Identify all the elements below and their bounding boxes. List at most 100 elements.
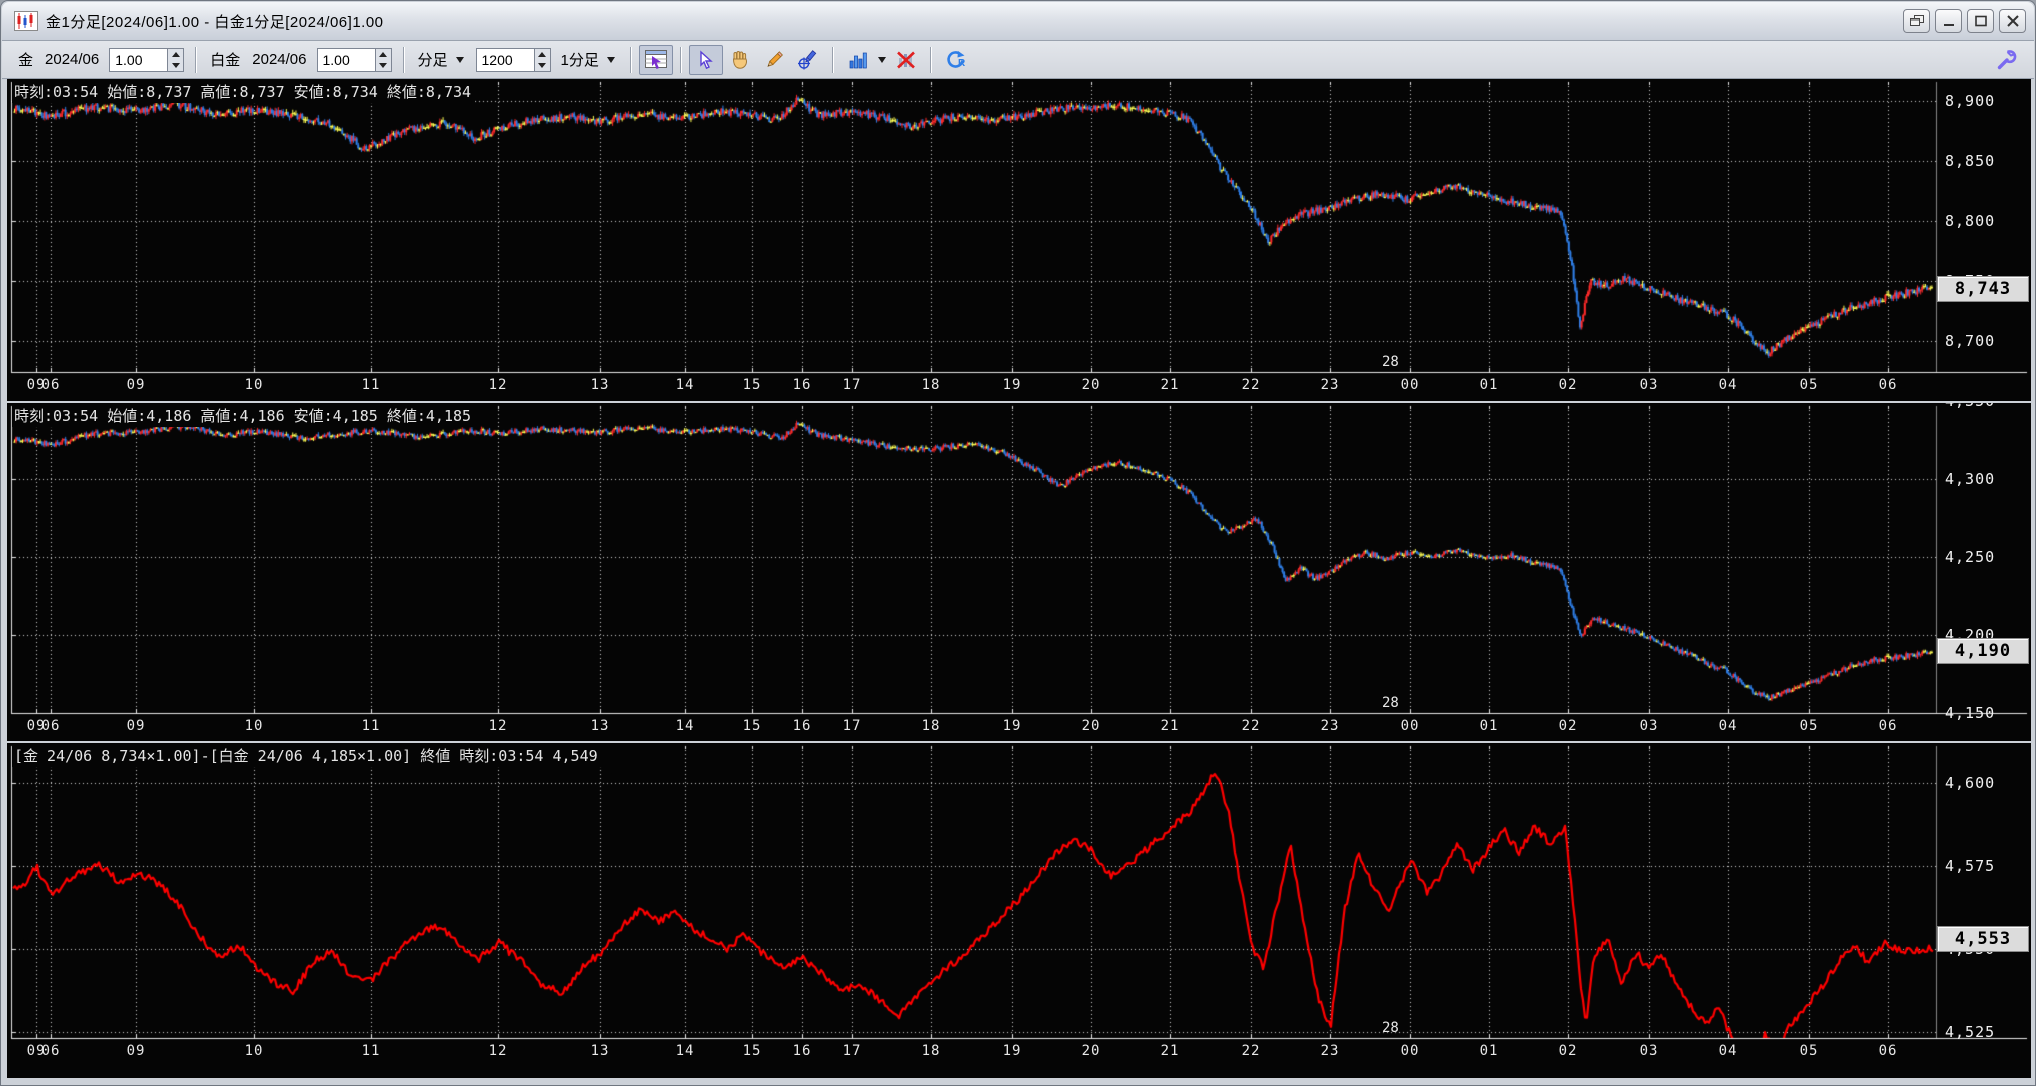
maximize-button[interactable]	[1967, 9, 1994, 33]
cascade-windows-icon	[1909, 15, 1924, 26]
gold-contract-month: 2024/06	[45, 51, 100, 68]
gold-multiplier-spinner[interactable]: 1.00	[109, 47, 185, 72]
period-type-dropdown-label[interactable]: 分足	[418, 49, 448, 70]
gold-platinum-spread-panel[interactable]: [金 24/06 8,734×1.00]-[白金 24/06 4,185×1.0…	[7, 743, 2031, 1078]
chart-window: 金1分足[2024/06]1.00 - 白金1分足[2024/06]1.00 金…	[0, 0, 2036, 1086]
hour-label: 05	[1799, 377, 1819, 393]
marker-crosshair-button[interactable]	[791, 45, 825, 75]
select-cursor-icon	[700, 49, 713, 69]
hour-label: 15	[742, 377, 762, 393]
chart-type-button[interactable]	[841, 45, 875, 75]
hour-label: 10	[244, 377, 264, 393]
hour-label: 04	[1718, 1043, 1738, 1059]
y-axis-label: 4,525	[1945, 1023, 1996, 1041]
y-axis-label: 4,300	[1945, 470, 1996, 488]
marker-crosshair-icon	[797, 49, 817, 69]
platinum-multiplier-spinner[interactable]: 1.00	[316, 47, 392, 72]
chart-type-dropdown[interactable]	[875, 45, 889, 75]
y-axis-label: 8,700	[1945, 332, 1996, 350]
quote-info-panel-button[interactable]	[638, 44, 673, 75]
hour-label: 18	[921, 718, 941, 734]
maximize-icon	[1974, 15, 1987, 27]
gold-multiplier-value[interactable]: 1.00	[109, 47, 168, 72]
platinum-1min-panel[interactable]: 時刻:03:54 始値:4,186 高値:4,186 安値:4,185 終値:4…	[7, 403, 2031, 741]
gold-1min-info-text: 時刻:03:54 始値:8,737 高値:8,737 安値:8,734 終値:8…	[12, 81, 476, 103]
pencil-draw-button[interactable]	[757, 45, 791, 75]
delete-drawing-button[interactable]	[889, 45, 923, 75]
hour-label: 05	[1799, 1043, 1819, 1059]
hour-label: 21	[1160, 1043, 1180, 1059]
hour-label: 06	[41, 718, 61, 734]
bar-count-value[interactable]: 1200	[475, 47, 534, 72]
hour-label: 06	[41, 1043, 61, 1059]
select-cursor-button[interactable]	[688, 44, 723, 75]
cascade-windows-button[interactable]	[1903, 9, 1930, 33]
hour-label: 11	[361, 718, 381, 734]
hour-label: 13	[590, 718, 610, 734]
toolbar-separator	[402, 46, 405, 73]
hour-label: 23	[1320, 377, 1340, 393]
gold-platinum-spread-info-text: [金 24/06 8,734×1.00]-[白金 24/06 4,185×1.0…	[12, 745, 602, 767]
y-axis-label: 8,900	[1945, 92, 1996, 110]
platinum-multiplier-value[interactable]: 1.00	[316, 47, 375, 72]
hour-label: 17	[842, 1043, 862, 1059]
toolbar: 金 2024/06 1.00 白金 2024/06 1.00 分足 1200 1…	[2, 41, 2034, 79]
svg-text:R: R	[958, 58, 966, 69]
toolbar-separator	[831, 46, 834, 73]
platinum-label: 白金	[210, 52, 241, 69]
minimize-icon	[1943, 24, 1954, 26]
platinum-1min-current-price-box: 4,190	[1937, 638, 2029, 664]
close-button[interactable]	[1999, 9, 2026, 33]
date-label: 28	[1382, 1020, 1399, 1036]
hour-label: 00	[1400, 377, 1420, 393]
toolbar-separator	[929, 46, 932, 73]
hour-label: 02	[1558, 718, 1578, 734]
platinum-multiplier-arrows[interactable]	[374, 47, 392, 72]
hour-label: 01	[1479, 377, 1499, 393]
bar-count-spinner[interactable]: 1200	[475, 47, 551, 72]
chevron-down-icon[interactable]	[455, 56, 464, 63]
hour-label: 04	[1718, 377, 1738, 393]
hour-label: 18	[921, 377, 941, 393]
gold-platinum-spread-canvas[interactable]	[7, 743, 2031, 1078]
hour-label: 09	[126, 1043, 146, 1059]
hour-label: 19	[1002, 377, 1022, 393]
minimize-button[interactable]	[1935, 9, 1962, 33]
gold-multiplier-arrows[interactable]	[167, 47, 185, 72]
gold-1min-canvas[interactable]	[7, 79, 2031, 401]
chevron-down-icon	[877, 56, 886, 63]
hour-label: 06	[1878, 1043, 1898, 1059]
hour-label: 06	[1878, 377, 1898, 393]
settings-wrench-button[interactable]	[1990, 45, 2024, 75]
reload-chart-button[interactable]: R	[939, 45, 973, 75]
hour-label: 06	[41, 377, 61, 393]
hour-label: 14	[675, 377, 695, 393]
y-axis-label: 8,800	[1945, 212, 1996, 230]
interval-dropdown-label[interactable]: 1分足	[561, 49, 599, 70]
hour-label: 21	[1160, 718, 1180, 734]
hour-label: 21	[1160, 377, 1180, 393]
hour-label: 11	[361, 1043, 381, 1059]
toolbar-separator	[195, 46, 198, 73]
title-bar[interactable]: 金1分足[2024/06]1.00 - 白金1分足[2024/06]1.00	[2, 2, 2034, 41]
hour-label: 11	[361, 377, 381, 393]
hour-label: 19	[1002, 718, 1022, 734]
platinum-1min-canvas[interactable]	[7, 403, 2031, 741]
hand-pan-button[interactable]	[723, 45, 757, 75]
chevron-down-icon[interactable]	[606, 56, 615, 63]
hour-label: 01	[1479, 1043, 1499, 1059]
hour-label: 09	[126, 377, 146, 393]
gold-1min-panel[interactable]: 時刻:03:54 始値:8,737 高値:8,737 安値:8,734 終値:8…	[7, 79, 2031, 401]
bar-count-arrows[interactable]	[533, 47, 551, 72]
hour-label: 06	[1878, 718, 1898, 734]
close-icon	[2006, 15, 2019, 27]
toolbar-separator	[679, 46, 682, 73]
hour-label: 22	[1241, 377, 1261, 393]
hour-label: 14	[675, 718, 695, 734]
hour-label: 18	[921, 1043, 941, 1059]
gold-label: 金	[18, 52, 34, 69]
hour-label: 13	[590, 1043, 610, 1059]
pencil-draw-icon	[767, 50, 783, 67]
toolbar-separator	[629, 46, 632, 73]
hour-label: 10	[244, 718, 264, 734]
